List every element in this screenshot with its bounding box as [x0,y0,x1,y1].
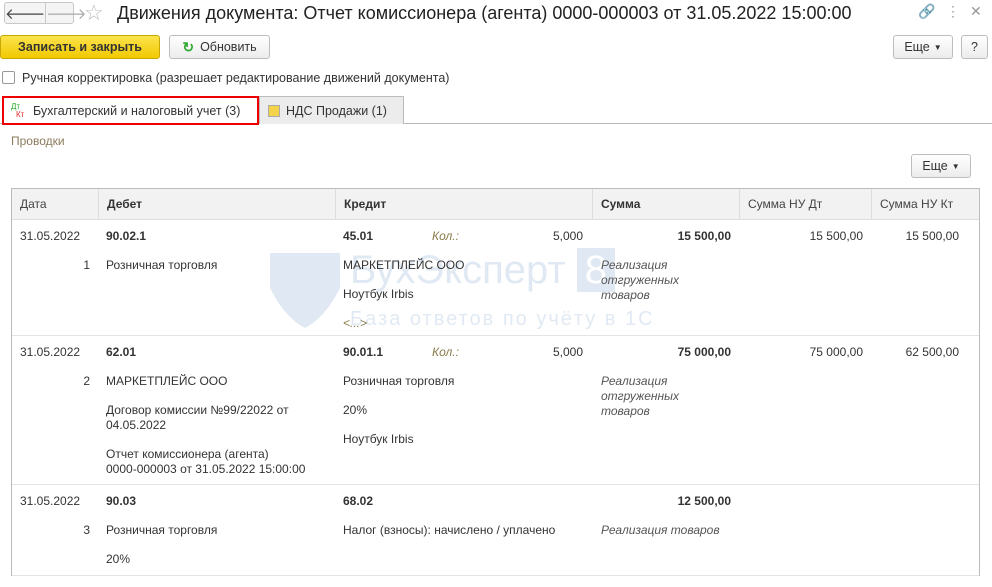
credit-analytics: Ноутбук Irbis [343,432,414,446]
back-button[interactable]: 🡐 [5,3,45,23]
debit-analytics: 0000-000003 от 31.05.2022 15:00:00 [106,462,306,476]
col-date[interactable]: Дата [12,189,98,220]
close-icon[interactable]: ✕ [970,3,982,20]
entry-number: 3 [83,523,90,537]
qty-value: 5,000 [552,229,583,243]
entry-date: 31.05.2022 [20,494,81,508]
entry-sum: 75 000,00 [677,345,731,359]
dropdown-icon: ▼ [933,42,942,52]
table-row[interactable]: 31.05.2022 3 90.03 Розничная торговля 20% 68.… [12,485,979,576]
qty-label: Кол.: [432,229,459,243]
tab-label: НДС Продажи (1) [286,103,387,118]
qty-value: 5,000 [552,345,583,359]
credit-analytics: Налог (взносы): начислено / уплачено [343,523,556,537]
entry-content: товаров [601,288,650,302]
sum-nu-dt: 15 500,00 [809,229,863,243]
col-debit[interactable]: Дебет [98,189,335,220]
credit-account: 45.01 [343,229,374,243]
manual-edit-checkbox[interactable] [2,71,15,84]
col-sum-nu-dt[interactable]: Сумма НУ Дт [739,189,871,220]
save-close-button[interactable]: Записать и закрыть [0,35,160,59]
register-icon [268,104,280,117]
tab-vat-sales[interactable]: НДС Продажи (1) [259,96,404,124]
manual-edit-label: Ручная корректировка (разрешает редактир… [22,71,450,85]
credit-analytics: Розничная торговля [343,374,455,388]
col-credit[interactable]: Кредит [335,189,592,220]
refresh-icon: ↻ [182,38,195,55]
credit-analytics: Ноутбук Irbis [343,287,414,301]
help-button[interactable]: ? [961,35,988,59]
debit-analytics: 04.05.2022 [106,418,167,432]
forward-button[interactable]: 🡒 [45,3,86,23]
debit-analytics: Розничная торговля [106,258,218,272]
debit-analytics: МАРКЕТПЛЕЙС ООО [106,374,228,388]
more-button[interactable]: Еще ▼ [893,35,953,59]
sum-nu-kt: 62 500,00 [905,345,959,359]
table-header: Дата Дебет Кредит Сумма Сумма НУ Дт Сумм… [12,189,979,220]
entry-date: 31.05.2022 [20,345,81,359]
window-title: Движения документа: Отчет комиссионера (… [117,3,852,23]
entry-content: отгруженных [601,389,679,403]
credit-analytics: 20% [343,403,368,417]
entry-content: Реализация [601,374,668,388]
entry-date: 31.05.2022 [20,229,81,243]
table-row[interactable]: 31.05.2022 1 90.02.1 Розничная торговля 45.0… [12,220,979,336]
entry-content: товаров [601,404,650,418]
table-row[interactable]: 31.05.2022 2 62.01 МАРКЕТПЛЕЙС ООО Договор к… [12,336,979,485]
refresh-button[interactable]: ↻ Обновить [169,35,270,59]
credit-account: 90.01.1 [343,345,384,359]
section-title: Проводки [11,134,65,148]
entry-content: отгруженных [601,273,679,287]
debit-analytics: 20% [106,552,131,566]
debit-account: 62.01 [106,345,137,359]
credit-account: 68.02 [343,494,374,508]
sum-nu-dt: 75 000,00 [809,345,863,359]
entries-more-button[interactable]: Еще ▼ [911,154,971,178]
entry-sum: 15 500,00 [677,229,731,243]
entry-sum: 12 500,00 [677,494,731,508]
nav-buttons: 🡐 🡒 [4,2,86,24]
credit-analytics: МАРКЕТПЛЕЙС ООО [343,258,465,272]
highlight-frame [2,96,259,125]
link-icon[interactable]: 🔗 [918,3,935,20]
more-label: Еще [922,159,948,173]
debit-analytics: Розничная торговля [106,523,218,537]
entry-content: Реализация [601,258,668,272]
refresh-label: Обновить [200,40,257,54]
col-sum-nu-kt[interactable]: Сумма НУ Кт [871,189,981,220]
dropdown-icon: ▼ [951,161,960,171]
entry-number: 1 [83,258,90,272]
qty-label: Кол.: [432,345,459,359]
entries-table: Дата Дебет Кредит Сумма Сумма НУ Дт Сумм… [11,188,980,576]
credit-analytics: <...> [343,316,368,330]
favorite-star-icon[interactable]: ☆ [84,0,104,26]
debit-analytics: Отчет комиссионера (агента) [106,447,269,461]
entry-number: 2 [83,374,90,388]
more-label: Еще [904,40,930,54]
debit-account: 90.02.1 [106,229,147,243]
debit-account: 90.03 [106,494,137,508]
sum-nu-kt: 15 500,00 [905,229,959,243]
kebab-icon[interactable]: ⋮ [946,3,960,20]
debit-analytics: Договор комиссии №99/22022 от [106,403,289,417]
col-sum[interactable]: Сумма [592,189,739,220]
entry-content: Реализация товаров [601,523,720,537]
